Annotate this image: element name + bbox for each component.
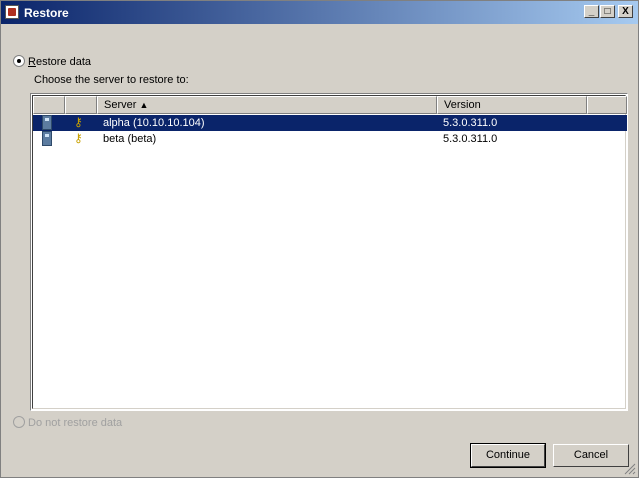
server-list-body: Server ▲ Version ⚷ alpha (10.10.10.104) … [32, 95, 627, 409]
server-icon [42, 115, 52, 130]
restore-data-label[interactable]: Restore data [28, 56, 91, 68]
window-title: Restore [24, 6, 69, 20]
server-prompt: Choose the server to restore to: [34, 74, 189, 86]
restore-data-accelerator: R [28, 56, 36, 68]
server-name: beta (beta) [103, 133, 157, 145]
do-not-restore-label: Do not restore data [28, 417, 123, 429]
restore-dialog: Restore _ □ X Restore data Choose the se… [0, 0, 639, 478]
column-header-icon[interactable] [33, 96, 65, 114]
column-header-key[interactable] [65, 96, 97, 114]
restore-data-label-rest: estore data [35, 56, 91, 68]
key-icon: ⚷ [74, 131, 83, 145]
server-version: 5.3.0.311.0 [443, 117, 498, 129]
column-header-extra[interactable] [587, 96, 627, 114]
key-icon: ⚷ [74, 115, 83, 129]
maximize-button[interactable]: □ [600, 5, 615, 18]
close-button[interactable]: X [618, 5, 633, 18]
app-icon [5, 5, 19, 19]
continue-button[interactable]: Continue [470, 443, 546, 468]
restore-data-radio[interactable] [13, 55, 25, 67]
server-name: alpha (10.10.10.104) [103, 117, 205, 129]
column-header-server[interactable]: Server ▲ [97, 96, 437, 114]
server-row-alpha[interactable]: ⚷ alpha (10.10.10.104) 5.3.0.311.0 [33, 115, 627, 131]
column-header-version[interactable]: Version [437, 96, 587, 114]
sort-ascending-icon: ▲ [139, 100, 149, 110]
column-header-server-label: Server [104, 99, 137, 111]
minimize-button[interactable]: _ [584, 5, 599, 18]
cancel-button[interactable]: Cancel [553, 444, 629, 467]
server-list[interactable]: Server ▲ Version ⚷ alpha (10.10.10.104) … [30, 93, 628, 411]
title-bar[interactable]: Restore _ □ X [1, 1, 638, 24]
resize-grip-icon[interactable] [624, 463, 636, 475]
server-icon [42, 131, 52, 146]
server-version: 5.3.0.311.0 [443, 133, 498, 145]
do-not-restore-radio [13, 416, 25, 428]
server-row-beta[interactable]: ⚷ beta (beta) 5.3.0.311.0 [33, 131, 627, 147]
